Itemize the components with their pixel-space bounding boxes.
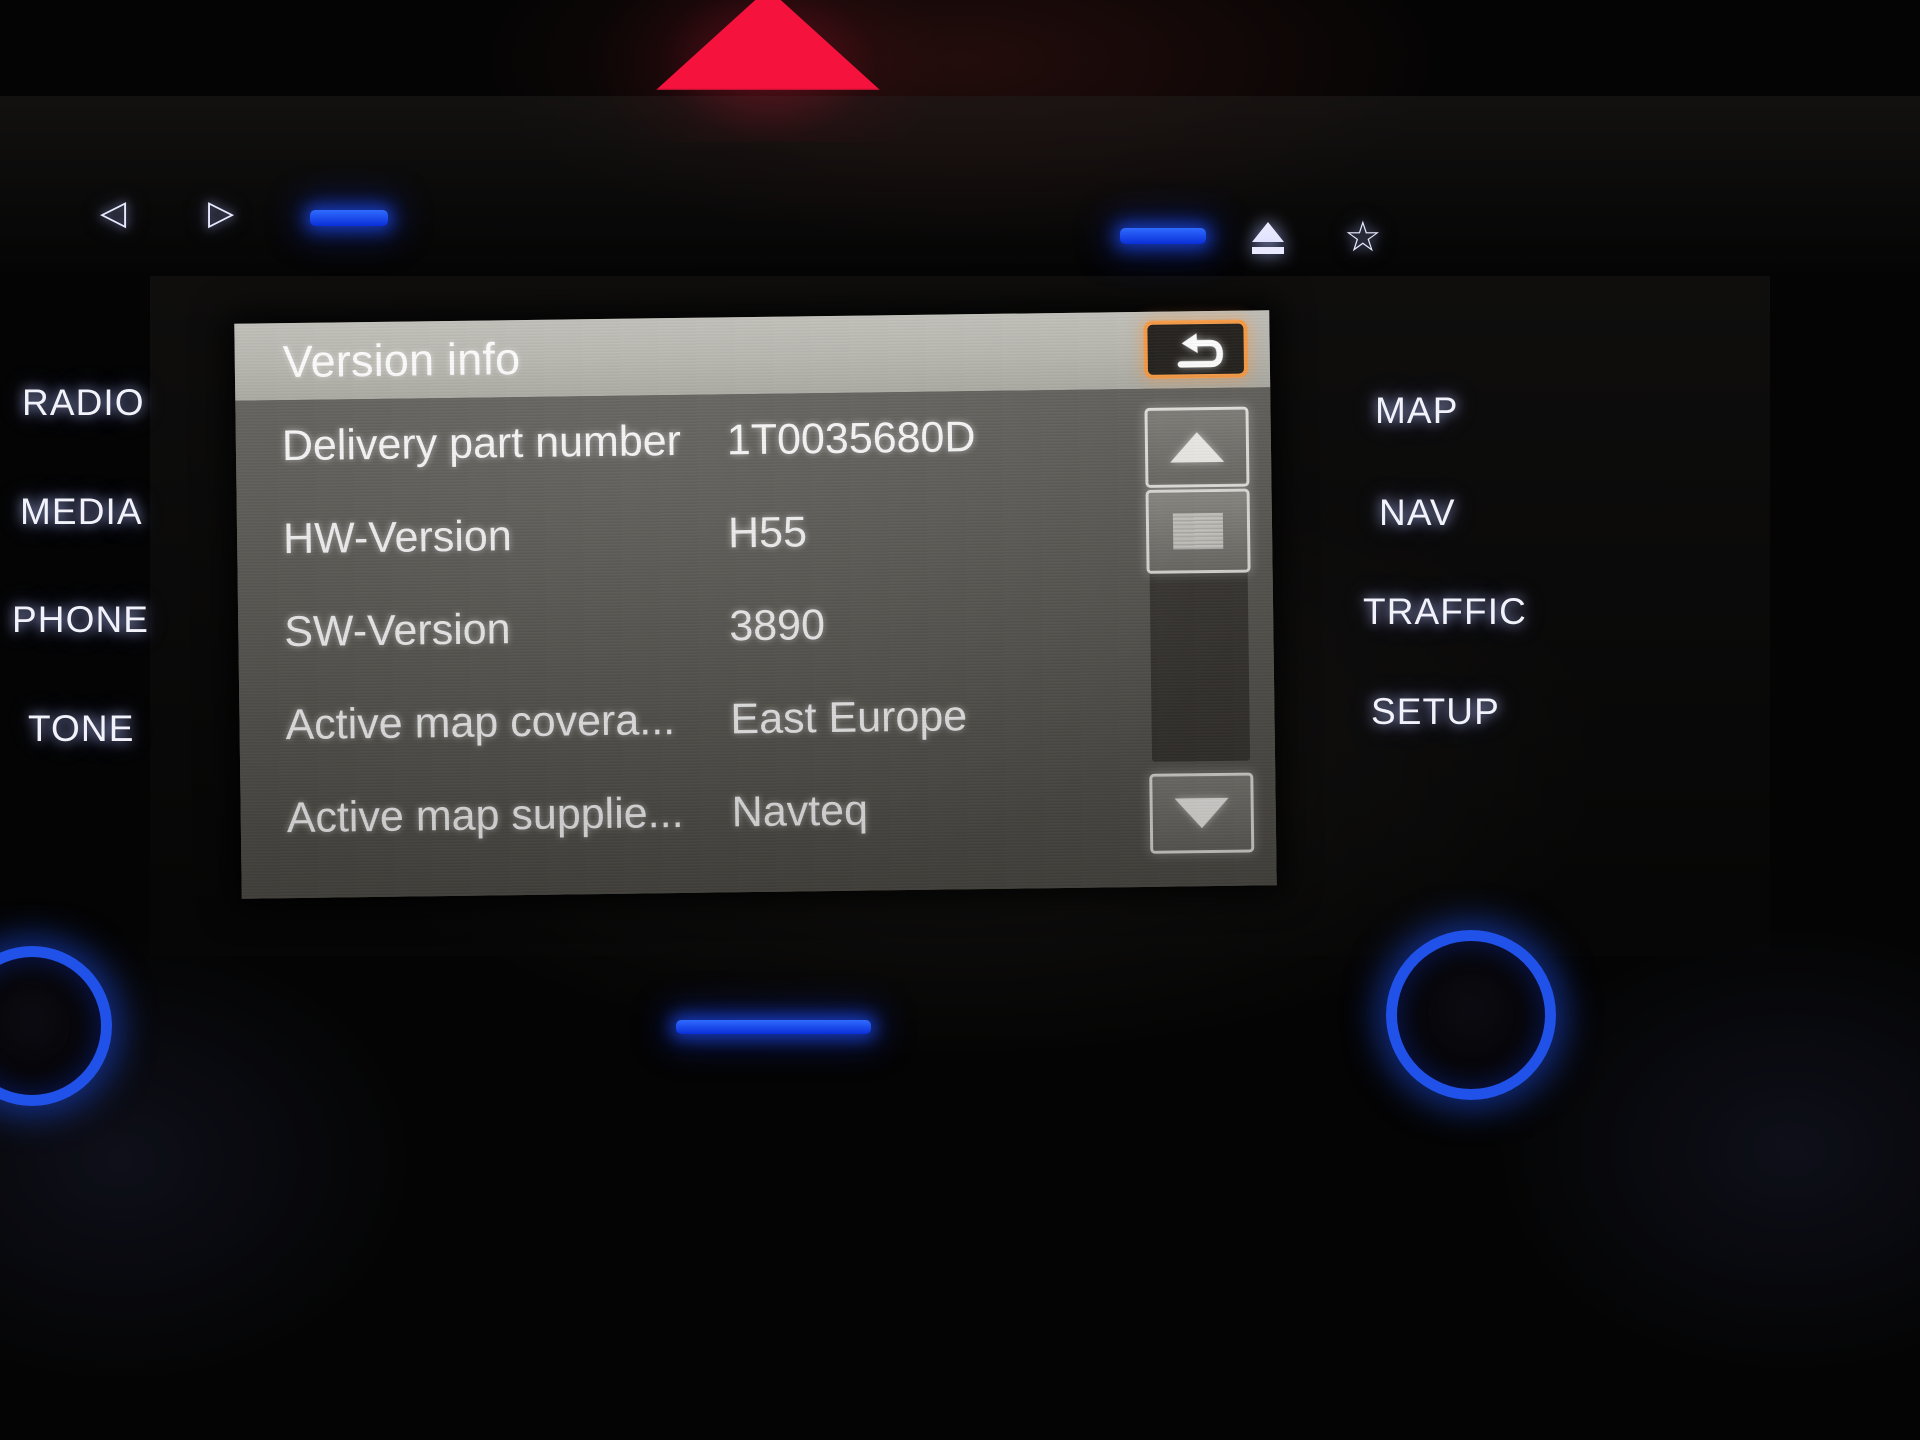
- row-value: East Europe: [730, 692, 968, 744]
- hardware-button-map[interactable]: MAP: [1375, 390, 1458, 432]
- table-row[interactable]: SW-Version 3890: [238, 573, 1274, 680]
- bezel-upper: [0, 96, 1920, 276]
- screen-titlebar: Version info: [234, 310, 1271, 401]
- backlit-strip-bottom: [676, 1020, 871, 1034]
- back-button[interactable]: [1143, 319, 1249, 379]
- scrollbar-thumb[interactable]: [1145, 488, 1251, 574]
- scroll-down-button[interactable]: [1149, 772, 1255, 854]
- star-icon[interactable]: ☆: [1344, 216, 1382, 258]
- version-info-list: Delivery part number 1T0035680D HW-Versi…: [235, 387, 1277, 899]
- scroll-up-arrow-icon: [1169, 431, 1225, 463]
- hardware-button-traffic[interactable]: TRAFFIC: [1363, 591, 1527, 633]
- hardware-button-nav[interactable]: NAV: [1379, 492, 1456, 534]
- scroll-thumb-grip-icon: [1172, 512, 1224, 550]
- scroll-down-arrow-icon: [1174, 797, 1229, 829]
- infotainment-screen: Version info Delivery part number 1T0035…: [234, 310, 1277, 899]
- hardware-button-phone[interactable]: PHONE: [12, 599, 149, 641]
- table-row[interactable]: Active map supplie... Navteq: [240, 759, 1276, 866]
- row-value: 3890: [728, 601, 826, 651]
- menu-knob[interactable]: [1386, 930, 1556, 1100]
- table-row[interactable]: Delivery part number 1T0035680D: [235, 387, 1271, 494]
- hardware-button-setup[interactable]: SETUP: [1371, 691, 1500, 733]
- hardware-button-media[interactable]: MEDIA: [20, 491, 143, 533]
- row-value: 1T0035680D: [726, 413, 976, 465]
- hardware-button-radio[interactable]: RADIO: [22, 382, 145, 424]
- row-value: H55: [727, 508, 808, 558]
- scroll-up-button[interactable]: [1144, 406, 1250, 488]
- table-row[interactable]: Active map covera... East Europe: [239, 666, 1275, 773]
- row-label: SW-Version: [284, 605, 511, 657]
- row-label: Active map covera...: [285, 696, 676, 750]
- volume-knob[interactable]: [0, 946, 112, 1106]
- table-row[interactable]: HW-Version H55: [237, 480, 1273, 587]
- backlit-strip-left[interactable]: [310, 210, 388, 226]
- back-arrow-icon: [1166, 328, 1225, 371]
- row-label: Active map supplie...: [286, 788, 684, 843]
- previous-track-icon[interactable]: ◁: [100, 196, 126, 230]
- row-label: HW-Version: [282, 512, 513, 564]
- dashboard-photo: ◁ ▷ ☆ RADIO MEDIA PHONE TONE MAP NAV TRA…: [0, 0, 1920, 1440]
- hazard-warning-triangle[interactable]: [596, 0, 940, 142]
- scrollbar[interactable]: [1144, 406, 1255, 854]
- row-value: Navteq: [731, 786, 869, 837]
- page-title: Version info: [282, 332, 521, 387]
- next-track-icon[interactable]: ▷: [208, 196, 234, 230]
- row-label: Delivery part number: [281, 416, 682, 471]
- backlit-strip-right[interactable]: [1120, 228, 1206, 244]
- eject-icon[interactable]: [1246, 222, 1290, 258]
- hardware-button-tone[interactable]: TONE: [28, 708, 135, 750]
